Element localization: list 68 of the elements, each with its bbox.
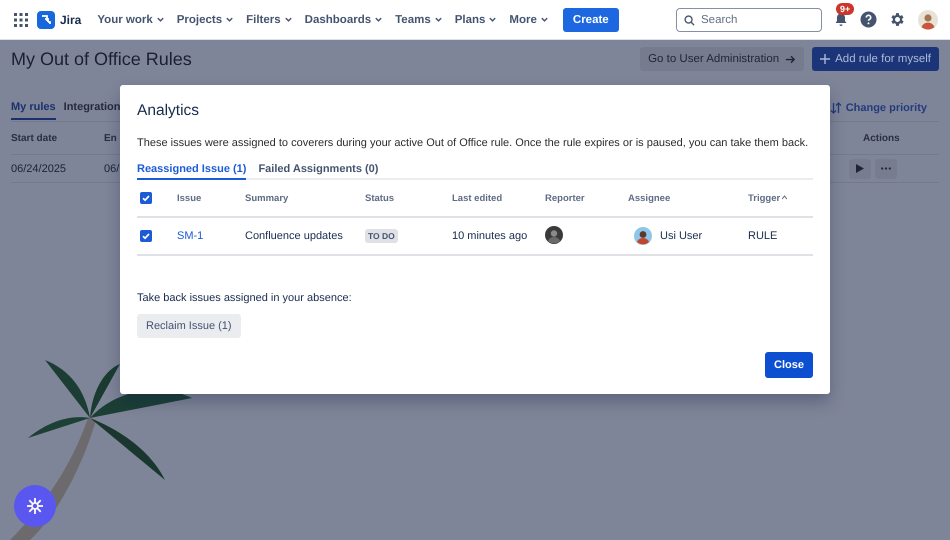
reclaim-button[interactable]: Reclaim Issue (1) <box>137 314 241 338</box>
chevron-down-icon <box>488 15 498 24</box>
nav-menu-item[interactable]: Dashboards <box>304 14 384 26</box>
plus-icon <box>820 54 830 64</box>
column-header[interactable]: Trigger <box>748 192 780 204</box>
column-header: Actions <box>862 132 900 144</box>
chevron-down-icon <box>284 15 293 24</box>
product-logo-icon[interactable] <box>37 10 55 28</box>
play-icon <box>856 164 864 173</box>
search-field[interactable]: Search <box>676 8 822 32</box>
tab[interactable]: Integration <box>64 100 120 120</box>
column-header: Issue <box>177 192 202 204</box>
reclaim-instructions: Take back issues assigned in your absence: <box>137 292 353 304</box>
help-icon[interactable] <box>860 11 877 28</box>
chevron-down-icon <box>434 15 443 24</box>
sort-arrows-icon <box>830 102 842 114</box>
column-header: Reporter <box>545 192 586 204</box>
column-header: En <box>104 132 117 144</box>
reporter-avatar <box>545 226 563 244</box>
table-cell-text: Confluence updates <box>245 230 344 242</box>
run-button[interactable] <box>849 158 871 178</box>
more-actions-button[interactable] <box>875 158 897 178</box>
column-header: Last edited <box>452 192 504 204</box>
product-name[interactable]: Jira <box>60 12 82 26</box>
user-administration-button[interactable]: Go to User Administration <box>640 47 804 71</box>
arrow-right-icon <box>785 54 796 64</box>
search-icon <box>684 14 695 26</box>
table-cell-text: 10 minutes ago <box>452 230 528 242</box>
chevron-down-icon <box>156 15 165 24</box>
issue-link[interactable]: SM-1 <box>177 230 245 242</box>
assignee-name: Usi User <box>660 230 702 242</box>
sort-icon <box>782 195 788 201</box>
user-avatar[interactable] <box>918 10 938 30</box>
create-button[interactable]: Create <box>562 8 619 32</box>
nav-menu-item[interactable]: Your work <box>97 14 165 26</box>
checkbox[interactable] <box>140 192 152 204</box>
table-cell-text: RULE <box>748 230 778 242</box>
nav-menu-item[interactable]: More <box>509 14 549 26</box>
column-header: Summary <box>245 192 290 204</box>
table-cell: 06/24/2025 <box>11 162 66 174</box>
settings-icon[interactable] <box>889 11 906 28</box>
notifications-bell-icon[interactable] <box>834 12 848 27</box>
nav-menu-item[interactable]: Teams <box>395 14 443 26</box>
assignee-avatar <box>634 227 652 245</box>
close-button[interactable]: Close <box>765 352 813 378</box>
add-rule-button[interactable]: Add rule for myself <box>812 47 939 71</box>
page-title: My Out of Office Rules <box>11 48 193 70</box>
chevron-down-icon <box>225 15 234 24</box>
nav-menu-item[interactable]: Filters <box>246 14 293 26</box>
chevron-down-icon <box>540 15 549 24</box>
app-switcher-icon[interactable] <box>14 12 28 26</box>
dialog-description: These issues were assigned to coverers during your active Out of Office rule. Once the rule expires or is paused, you can take them back. <box>137 137 810 149</box>
column-header: Status <box>365 192 396 204</box>
nav-menu-item[interactable]: Projects <box>176 14 234 26</box>
nav-menu-item[interactable]: Plans <box>454 14 498 26</box>
checkbox[interactable] <box>140 230 152 242</box>
sparkle-icon <box>26 497 44 515</box>
column-header: Assignee <box>628 192 672 204</box>
assistant-button[interactable] <box>14 485 56 527</box>
more-icon <box>881 167 891 170</box>
tab[interactable]: Reassigned Issue (1) <box>137 163 246 180</box>
tab[interactable]: Failed Assignments (0) <box>258 163 378 180</box>
status-lozenge: TO DO <box>365 229 398 243</box>
dialog-title: Analytics <box>137 102 200 120</box>
table-cell: 06/ <box>104 162 120 174</box>
chevron-down-icon <box>374 15 384 24</box>
notification-count-badge: 9+ <box>836 3 854 15</box>
column-header: Start date <box>11 132 58 144</box>
